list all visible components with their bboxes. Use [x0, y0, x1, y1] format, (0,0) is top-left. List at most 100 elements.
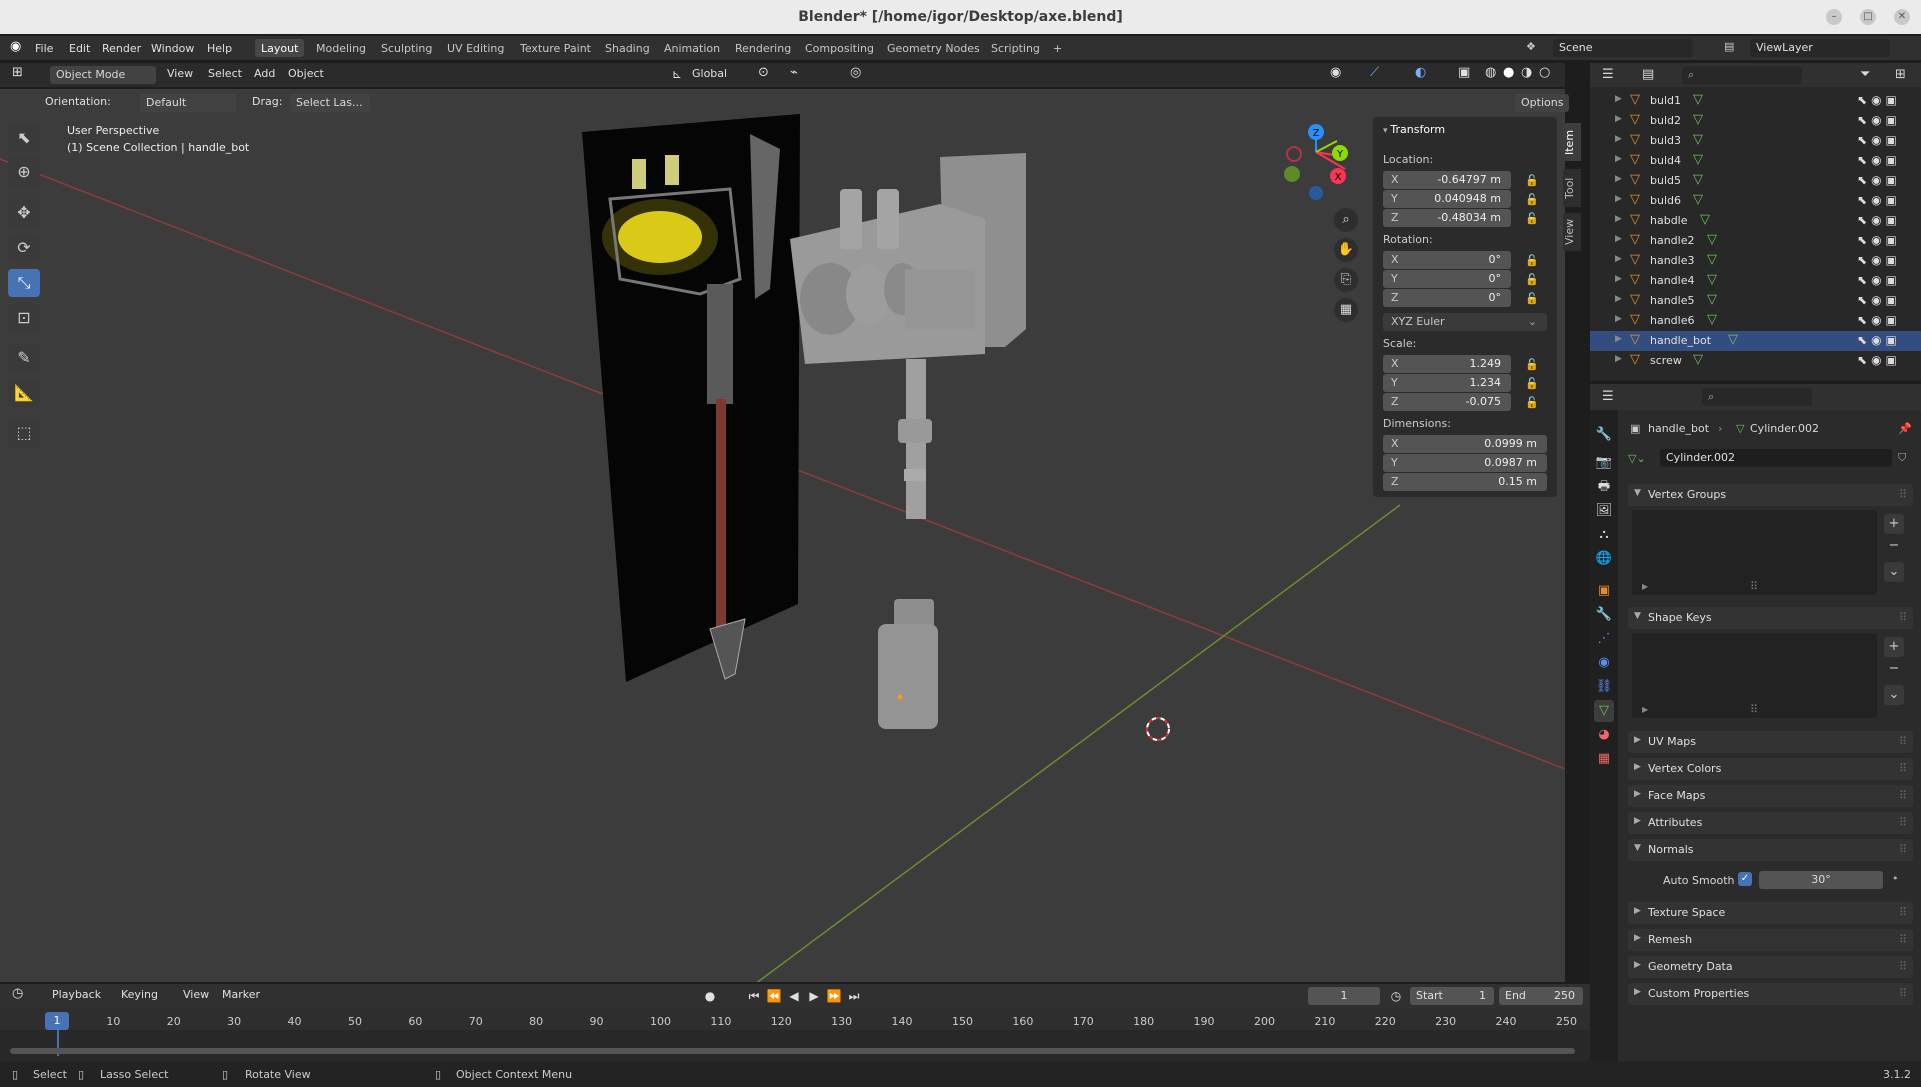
new-collection-icon[interactable]: ⊞ — [1895, 67, 1906, 82]
rotate-tool-icon[interactable]: ⟳ — [8, 234, 40, 262]
tab-uv-editing[interactable]: UV Editing — [441, 39, 510, 57]
3d-viewport[interactable]: Z Y X User Perspective (1) Scene Collect… — [0, 89, 1565, 982]
display-mode-icon[interactable]: ▤ — [1642, 67, 1654, 82]
remove-shape-key-button[interactable]: − — [1884, 659, 1904, 679]
wireframe-shading-icon[interactable]: ◍ — [1485, 65, 1496, 80]
physics-tab-icon[interactable]: ◉ — [1594, 652, 1614, 674]
outliner-toggles[interactable]: ⬉◉▣ — [1857, 173, 1901, 187]
mesh-data-icon[interactable]: ▽ — [1693, 152, 1703, 167]
expand-chevron-icon[interactable]: ▶ — [1615, 254, 1622, 264]
section-vertex-colors[interactable]: ▶ Vertex Colors ⠿ — [1628, 758, 1913, 780]
mesh-data-icon[interactable]: ▽ — [1707, 252, 1717, 267]
modifier-tab-icon[interactable]: 🔧 — [1594, 604, 1614, 626]
section-texture-space[interactable]: ▶ Texture Space ⠿ — [1628, 902, 1913, 924]
timeline-scrollbar[interactable] — [10, 1048, 1575, 1054]
expand-chevron-icon[interactable]: ▶ — [1615, 314, 1622, 324]
blender-logo-icon[interactable]: ◉ — [10, 39, 21, 54]
constraints-tab-icon[interactable]: ⛓ — [1594, 676, 1614, 698]
outliner-toggles[interactable]: ⬉◉▣ — [1857, 213, 1901, 227]
expand-chevron-icon[interactable]: ▶ — [1615, 334, 1622, 344]
world-tab-icon[interactable]: 🌐 — [1594, 548, 1614, 570]
section-normals[interactable]: ▼ Normals ⠿ — [1628, 839, 1913, 861]
mesh-data-icon[interactable]: ▽ — [1707, 232, 1717, 247]
mesh-data-icon[interactable]: ▽ — [1693, 352, 1703, 367]
mesh-data-icon[interactable]: ▽ — [1693, 192, 1703, 207]
outliner-toggles[interactable]: ⬉◉▣ — [1857, 93, 1901, 107]
expand-chevron-icon[interactable]: ▶ — [1615, 294, 1622, 304]
menu-window[interactable]: Window — [151, 42, 194, 55]
texture-tab-icon[interactable]: ▦ — [1594, 748, 1614, 770]
fake-user-icon[interactable]: ⛉ — [1898, 451, 1906, 465]
shape-key-specials-button[interactable]: ⌄ — [1884, 685, 1904, 705]
auto-smooth-checkbox[interactable]: ✓ — [1738, 872, 1752, 886]
jump-end-icon[interactable]: ⏭ — [844, 986, 864, 1006]
outliner-item[interactable]: ▶ ▽ buld4 ▽ ⬉◉▣ — [1590, 151, 1921, 171]
expand-chevron-icon[interactable]: ▶ — [1615, 354, 1622, 364]
outliner-toggles[interactable]: ⬉◉▣ — [1857, 313, 1901, 327]
properties-editor-icon[interactable]: ☰ — [1602, 389, 1614, 404]
menu-marker[interactable]: Marker — [222, 988, 260, 1001]
overlay-icon[interactable]: ◐ — [1415, 65, 1426, 80]
current-frame-field[interactable]: 1 — [1308, 987, 1380, 1005]
transform-orientation-dropdown[interactable]: Global — [692, 67, 727, 80]
scale-y-field[interactable]: Y 1.234 — [1383, 374, 1511, 392]
end-frame-field[interactable]: End 250 — [1499, 987, 1583, 1005]
rotation-mode-dropdown[interactable]: XYZ Euler ⌄ — [1383, 313, 1547, 331]
tab-geometry-nodes[interactable]: Geometry Nodes — [881, 39, 986, 57]
outliner-toggles[interactable]: ⬉◉▣ — [1857, 113, 1901, 127]
tab-texture-paint[interactable]: Texture Paint — [514, 39, 597, 57]
outliner-toggles[interactable]: ⬉◉▣ — [1857, 293, 1901, 307]
menu-select[interactable]: Select — [208, 67, 242, 80]
menu-file[interactable]: File — [35, 42, 53, 55]
section-geometry-data[interactable]: ▶ Geometry Data ⠿ — [1628, 956, 1913, 978]
tab-tool[interactable]: Tool — [1563, 169, 1581, 207]
outliner-search-input[interactable]: ⌕ — [1682, 66, 1802, 84]
cursor-tool-icon[interactable]: ⊕ — [8, 158, 40, 186]
tab-view[interactable]: View — [1563, 213, 1581, 251]
render-tab-icon[interactable]: 📷 — [1594, 452, 1614, 474]
lock-icon[interactable]: 🔓 — [1525, 377, 1539, 390]
outliner-item[interactable]: ▶ ▽ handle2 ▽ ⬉◉▣ — [1590, 231, 1921, 251]
expand-chevron-icon[interactable]: ▶ — [1615, 214, 1622, 224]
options-dropdown[interactable]: Options — [1515, 94, 1570, 112]
section-vertex-groups[interactable]: ▼ Vertex Groups ⠿ — [1628, 484, 1913, 506]
mode-dropdown[interactable]: Object Mode — [50, 66, 156, 84]
lock-icon[interactable]: 🔓 — [1525, 254, 1539, 267]
next-keyframe-icon[interactable]: ⏩ — [824, 986, 844, 1006]
expand-chevron-icon[interactable]: ▶ — [1615, 154, 1622, 164]
tab-item[interactable]: Item — [1563, 123, 1581, 161]
section-attributes[interactable]: ▶ Attributes ⠿ — [1628, 812, 1913, 834]
tab-shading[interactable]: Shading — [599, 39, 656, 57]
output-tab-icon[interactable]: 🖶 — [1594, 476, 1614, 498]
vertex-group-specials-button[interactable]: ⌄ — [1884, 562, 1904, 582]
mesh-data-icon[interactable]: ▽ — [1728, 332, 1738, 347]
scene-selector[interactable]: Scene — [1553, 39, 1693, 57]
menu-edit[interactable]: Edit — [69, 42, 90, 55]
record-icon[interactable]: ● — [700, 986, 720, 1006]
camera-view-icon[interactable]: ⎘ — [1334, 268, 1358, 292]
tab-sculpting[interactable]: Sculpting — [375, 39, 438, 57]
section-uv-maps[interactable]: ▶ UV Maps ⠿ — [1628, 731, 1913, 753]
location-x-field[interactable]: X -0.64797 m — [1383, 171, 1511, 189]
pivot-icon[interactable]: ⊙ — [758, 65, 769, 80]
mesh-data-icon[interactable]: ▽ — [1700, 212, 1710, 227]
solid-shading-icon[interactable]: ● — [1503, 65, 1514, 80]
outliner-item[interactable]: ▶ ▽ buld5 ▽ ⬉◉▣ — [1590, 171, 1921, 191]
maximize-button[interactable]: □ — [1860, 9, 1876, 25]
measure-tool-icon[interactable]: 📐 — [8, 379, 40, 407]
zoom-icon[interactable]: ⌕ — [1334, 208, 1358, 232]
tab-layout[interactable]: Layout — [255, 39, 305, 57]
timeline-area[interactable]: 1102030405060708090100110120130140150160… — [0, 1008, 1590, 1068]
outliner-item[interactable]: ▶ ▽ handle_bot ▽ ⬉◉▣ — [1590, 331, 1921, 351]
tab-rendering[interactable]: Rendering — [729, 39, 797, 57]
expand-chevron-icon[interactable]: ▶ — [1615, 234, 1622, 244]
scale-z-field[interactable]: Z -0.075 — [1383, 393, 1511, 411]
expand-chevron-icon[interactable]: ▶ — [1615, 194, 1622, 204]
auto-smooth-angle-field[interactable]: 30° — [1759, 871, 1883, 889]
mesh-data-icon[interactable]: ▽ — [1707, 292, 1717, 307]
lock-icon[interactable]: 🔓 — [1525, 273, 1539, 286]
outliner-item[interactable]: ▶ ▽ handle5 ▽ ⬉◉▣ — [1590, 291, 1921, 311]
outliner-item[interactable]: ▶ ▽ buld2 ▽ ⬉◉▣ — [1590, 111, 1921, 131]
particles-tab-icon[interactable]: ⋰ — [1594, 628, 1614, 650]
add-workspace-button[interactable]: + — [1047, 39, 1068, 57]
